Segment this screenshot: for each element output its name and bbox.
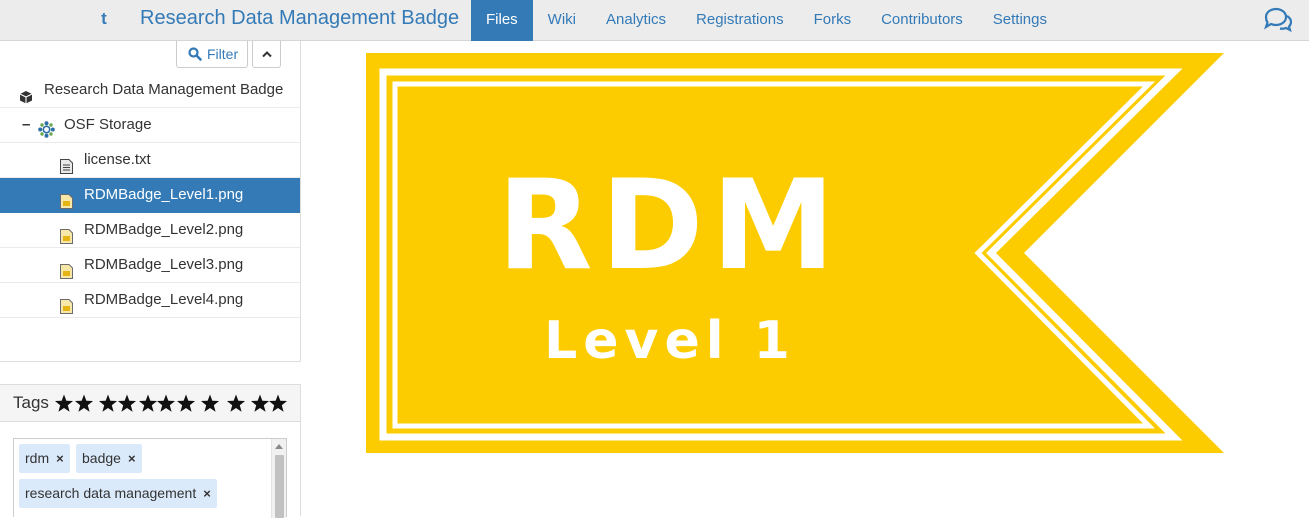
tab-contributors[interactable]: Contributors <box>866 0 978 41</box>
image-file-icon <box>60 293 73 327</box>
tag-chip: badge × <box>76 444 142 473</box>
project-navbar: t Research Data Management Badge Files W… <box>0 0 1309 41</box>
project-title[interactable]: Research Data Management Badge <box>140 7 459 30</box>
scroll-up-arrow-icon[interactable] <box>275 444 283 449</box>
star-icon <box>200 394 220 412</box>
tag-label: badge <box>82 450 121 466</box>
tab-forks[interactable]: Forks <box>799 0 867 41</box>
tab-wiki[interactable]: Wiki <box>533 0 591 41</box>
tree-item-project[interactable]: Research Data Management Badge <box>0 73 300 108</box>
tree-item-label: OSF Storage <box>64 116 152 133</box>
tree-item-label: RDMBadge_Level1.png <box>84 186 244 203</box>
file-preview: RDM Level 1 <box>302 41 1309 516</box>
tags-header: Tags <box>0 385 300 422</box>
star-icon <box>250 394 270 412</box>
tree-item-label: RDMBadge_Level4.png <box>84 291 244 308</box>
tree-item-label: Research Data Management Badge <box>44 81 284 98</box>
tree-item-label: RDMBadge_Level2.png <box>84 221 244 238</box>
tree-item-osf-storage[interactable]: – OSF Storage <box>0 108 300 143</box>
star-icon <box>98 394 118 412</box>
comments-icon[interactable] <box>1262 7 1293 33</box>
collapse-button[interactable] <box>252 41 281 68</box>
project-tabs: Files Wiki Analytics Registrations Forks… <box>471 0 1062 41</box>
tree-item-file[interactable]: license.txt <box>0 143 300 178</box>
remove-tag-icon[interactable]: × <box>56 444 64 473</box>
tree-item-file[interactable]: RDMBadge_Level2.png <box>0 213 300 248</box>
tab-registrations[interactable]: Registrations <box>681 0 799 41</box>
filter-button[interactable]: Filter <box>176 41 248 68</box>
star-icons <box>54 394 288 412</box>
star-icon <box>138 394 158 412</box>
remove-tag-icon[interactable]: × <box>203 479 211 508</box>
file-tree-toolbar: Filter <box>0 41 300 73</box>
star-icon <box>74 394 94 412</box>
tags-panel: Tags rdm × badge × research data managemen… <box>0 384 301 518</box>
tag-chip: research data management × <box>19 479 217 508</box>
badge-image: RDM Level 1 <box>366 53 1224 453</box>
tree-item-file[interactable]: RDMBadge_Level4.png <box>0 283 300 318</box>
tab-settings[interactable]: Settings <box>978 0 1062 41</box>
tree-item-label: license.txt <box>84 151 151 168</box>
tree-item-file[interactable]: RDMBadge_Level3.png <box>0 248 300 283</box>
star-icon <box>54 394 74 412</box>
chevron-up-icon <box>262 51 272 58</box>
search-icon <box>188 47 202 61</box>
up-arrow-icon[interactable]: t <box>94 8 114 30</box>
star-icon <box>226 394 246 412</box>
tree-item-label: RDMBadge_Level3.png <box>84 256 244 273</box>
tag-label: rdm <box>25 450 50 466</box>
star-icon <box>176 394 196 412</box>
star-icon <box>156 394 176 412</box>
tag-label: research data management <box>25 485 197 501</box>
tag-chip: rdm × <box>19 444 70 473</box>
scrollbar-thumb[interactable] <box>275 455 284 518</box>
file-tree-panel: Filter Research Data Management Badge – <box>0 41 301 362</box>
collapse-toggle[interactable]: – <box>22 108 30 142</box>
filter-label: Filter <box>207 46 239 62</box>
remove-tag-icon[interactable]: × <box>128 444 136 473</box>
tab-analytics[interactable]: Analytics <box>591 0 681 41</box>
star-icon <box>268 394 288 412</box>
badge-title: RDM <box>497 154 843 298</box>
tags-input[interactable]: rdm × badge × research data management × <box>13 438 287 518</box>
tags-scrollbar[interactable] <box>271 439 286 518</box>
tree-item-file[interactable]: RDMBadge_Level1.png <box>0 178 300 213</box>
star-icon <box>117 394 137 412</box>
tab-files[interactable]: Files <box>471 0 533 41</box>
badge-subtitle: Level 1 <box>544 311 796 371</box>
